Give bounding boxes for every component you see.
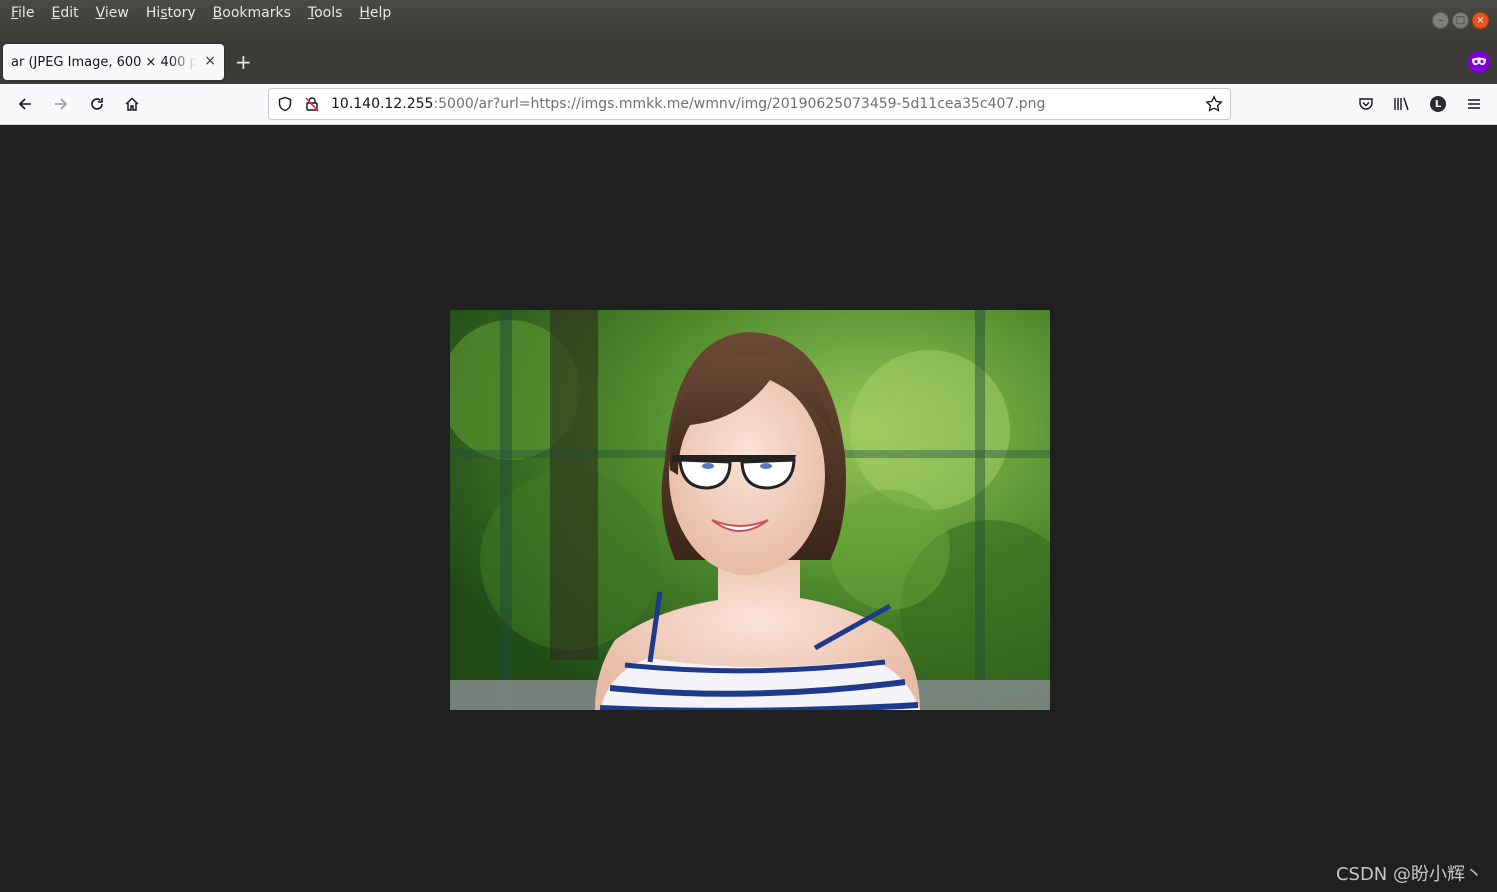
url-text: 10.140.12.255:5000/ar?url=https://imgs.m… (331, 96, 1046, 112)
account-avatar: L (1430, 96, 1446, 112)
reload-icon[interactable] (86, 93, 108, 115)
home-icon[interactable] (121, 93, 143, 115)
menu-bookmarks[interactable]: Bookmarks (206, 3, 298, 23)
tab-title: ar (JPEG Image, 600 × 400 pixels) (11, 54, 197, 70)
insecure-lock-icon[interactable] (304, 96, 320, 116)
menu-edit[interactable]: Edit (44, 3, 85, 23)
tab-close-icon[interactable]: × (204, 53, 216, 69)
pocket-icon[interactable] (1355, 93, 1377, 115)
library-icon[interactable] (1391, 93, 1413, 115)
displayed-image (450, 310, 1050, 710)
arrow-left-icon[interactable] (14, 93, 36, 115)
menu-tools[interactable]: Tools (301, 3, 350, 23)
menu-view[interactable]: View (89, 3, 136, 23)
menu-bar: File Edit View History Bookmarks Tools H… (4, 3, 401, 23)
menu-file[interactable]: File (4, 3, 41, 23)
arrow-right-icon[interactable] (50, 93, 72, 115)
tab-strip: ar (JPEG Image, 600 × 400 pixels) × + (0, 42, 1497, 84)
menu-help[interactable]: Help (352, 3, 398, 23)
watermark: CSDN @盼小辉丶 (1335, 864, 1483, 885)
close-window-icon[interactable]: × (1472, 12, 1489, 29)
window-controls: – □ × (1432, 12, 1489, 29)
navigation-toolbar: 10.140.12.255:5000/ar?url=https://imgs.m… (0, 84, 1497, 125)
private-mask-icon[interactable] (1468, 51, 1490, 73)
hamburger-menu-icon[interactable] (1463, 93, 1485, 115)
page-content: CSDN @盼小辉丶 (0, 125, 1497, 892)
portrait-with-glasses-image (450, 310, 1050, 710)
new-tab-button[interactable]: + (235, 51, 252, 73)
url-bar[interactable]: 10.140.12.255:5000/ar?url=https://imgs.m… (268, 88, 1231, 120)
account-icon[interactable]: L (1427, 93, 1449, 115)
maximize-icon[interactable]: □ (1452, 12, 1469, 29)
star-icon[interactable] (1205, 95, 1223, 117)
menu-history[interactable]: History (139, 3, 203, 23)
title-bar: File Edit View History Bookmarks Tools H… (0, 0, 1497, 42)
minimize-icon[interactable]: – (1432, 12, 1449, 29)
browser-window: File Edit View History Bookmarks Tools H… (0, 0, 1497, 892)
tracking-shield-icon[interactable] (277, 96, 293, 116)
tab-active[interactable]: ar (JPEG Image, 600 × 400 pixels) × (3, 44, 224, 80)
